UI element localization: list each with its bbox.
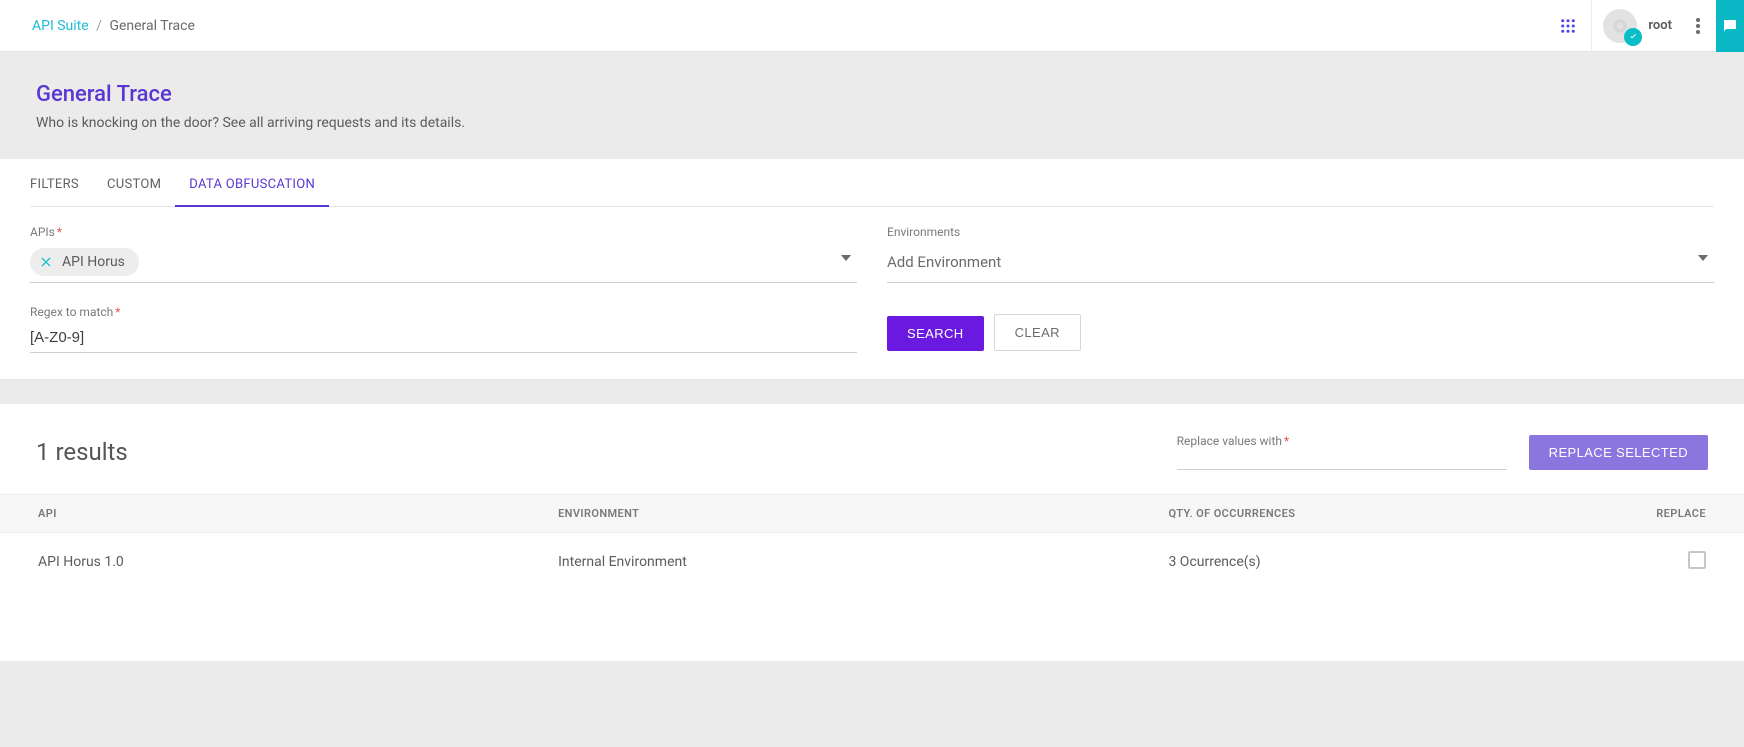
- tab-custom[interactable]: CUSTOM: [107, 159, 161, 206]
- search-button[interactable]: SEARCH: [887, 316, 984, 351]
- environments-field: Environments Add Environment: [887, 225, 1714, 283]
- dropdown-caret-icon[interactable]: [841, 251, 853, 263]
- more-menu-icon[interactable]: [1680, 0, 1716, 52]
- verified-badge-icon: [1624, 28, 1642, 46]
- tabs: FILTERS CUSTOM DATA OBFUSCATION: [30, 159, 1714, 207]
- regex-input[interactable]: [30, 325, 857, 353]
- breadcrumb: API Suite / General Trace: [32, 18, 195, 34]
- col-qty: QTY. OF OCCURRENCES: [1168, 495, 1569, 533]
- apps-grid-icon[interactable]: [1544, 0, 1592, 52]
- regex-field: Regex to match*: [30, 305, 857, 353]
- row-replace-checkbox[interactable]: [1688, 551, 1706, 569]
- cell-qty: 3 Ocurrence(s): [1168, 533, 1569, 592]
- replace-selected-button[interactable]: REPLACE SELECTED: [1529, 435, 1708, 470]
- regex-label: Regex to match*: [30, 305, 857, 319]
- col-api: API: [0, 495, 558, 533]
- filter-card: FILTERS CUSTOM DATA OBFUSCATION APIs* AP…: [0, 159, 1744, 380]
- topbar-right: root: [1544, 0, 1744, 51]
- dropdown-caret-icon[interactable]: [1698, 251, 1710, 263]
- search-buttons: SEARCH CLEAR: [887, 314, 1714, 353]
- breadcrumb-current: General Trace: [109, 18, 194, 34]
- results-heading: 1 results: [36, 438, 128, 466]
- username-label: root: [1648, 18, 1672, 33]
- environments-placeholder: Add Environment: [887, 253, 1001, 271]
- apis-input[interactable]: API Horus: [30, 245, 857, 283]
- tab-data-obfuscation[interactable]: DATA OBFUSCATION: [189, 159, 315, 206]
- apis-field: APIs* API Horus: [30, 225, 857, 283]
- chip-label: API Horus: [62, 254, 125, 270]
- page-header: General Trace Who is knocking on the doo…: [0, 52, 1744, 159]
- chat-icon[interactable]: [1716, 0, 1744, 52]
- breadcrumb-root-link[interactable]: API Suite: [32, 18, 89, 34]
- table-row: API Horus 1.0 Internal Environment 3 Ocu…: [0, 533, 1744, 592]
- replace-values-field: Replace values with*: [1177, 434, 1507, 470]
- page-subtitle: Who is knocking on the door? See all arr…: [36, 115, 1708, 131]
- cell-environment: Internal Environment: [558, 533, 1168, 592]
- col-environment: ENVIRONMENT: [558, 495, 1168, 533]
- page-title: General Trace: [36, 82, 1708, 107]
- breadcrumb-separator: /: [96, 18, 102, 34]
- results-table: API ENVIRONMENT QTY. OF OCCURRENCES REPL…: [0, 494, 1744, 591]
- environments-input[interactable]: Add Environment: [887, 245, 1714, 283]
- avatar[interactable]: [1592, 0, 1648, 52]
- tab-filters[interactable]: FILTERS: [30, 159, 79, 206]
- col-replace: REPLACE: [1570, 495, 1744, 533]
- cell-api: API Horus 1.0: [0, 533, 558, 592]
- environments-label: Environments: [887, 225, 1714, 239]
- top-bar: API Suite / General Trace root: [0, 0, 1744, 52]
- replace-values-label: Replace values with: [1177, 434, 1282, 448]
- api-chip: API Horus: [30, 248, 139, 276]
- clear-button[interactable]: CLEAR: [994, 314, 1081, 351]
- chip-remove-icon[interactable]: [38, 254, 54, 270]
- results-card: 1 results Replace values with* REPLACE S…: [0, 404, 1744, 661]
- replace-values-input[interactable]: [1177, 454, 1507, 470]
- apis-label: APIs*: [30, 225, 857, 239]
